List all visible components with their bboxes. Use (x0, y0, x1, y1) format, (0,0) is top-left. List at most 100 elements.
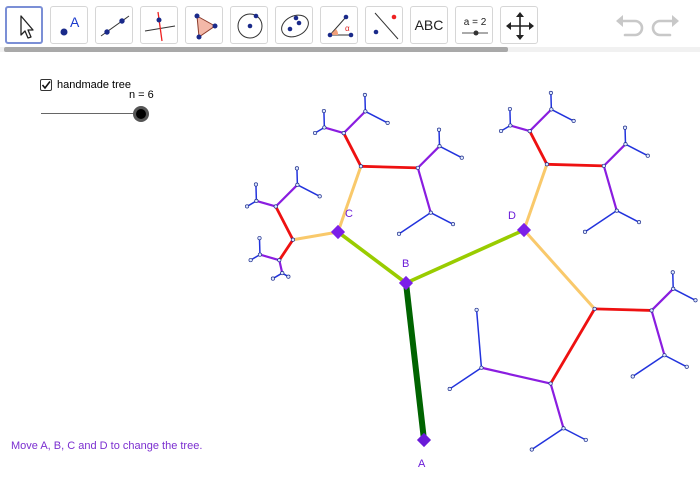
point-tool-button[interactable]: A (50, 6, 88, 44)
tree-branch (602, 143, 627, 167)
polygon-tool-button[interactable] (185, 6, 223, 44)
tree-branch (291, 230, 340, 242)
tree-branch (429, 211, 454, 225)
tree-branch (650, 309, 666, 357)
tree-branch (615, 209, 640, 223)
tree-node-dot (286, 274, 291, 279)
tree-node-dot (254, 198, 259, 203)
tree-branch (342, 110, 367, 135)
text-tool-button[interactable]: ABC (410, 6, 448, 44)
tree-branch (624, 143, 649, 157)
tree-node-dot (362, 92, 367, 97)
tree-node-dot (317, 194, 322, 199)
tree-node-dot (630, 374, 635, 379)
tree-node-dot (583, 437, 588, 442)
slider-tool-button[interactable]: a = 2 (455, 6, 493, 44)
tree-node-dot (622, 125, 628, 130)
tree-node-dot (277, 258, 282, 263)
tree-node-dot (257, 236, 262, 241)
point-tool-icon: A (60, 14, 80, 36)
tree-node-dot (290, 237, 295, 242)
tree-branch (528, 129, 549, 166)
tree-node-dot (548, 90, 553, 95)
tree-node-dot (428, 210, 433, 215)
circle-tool-icon (237, 13, 263, 39)
tree-branch (274, 205, 295, 242)
redo-icon[interactable] (650, 10, 682, 42)
tree-node-dot (561, 426, 566, 431)
tree-node-dot (257, 252, 262, 257)
line-tool-button[interactable] (95, 6, 133, 44)
slider-n-knob[interactable] (133, 106, 149, 122)
tree-branch (403, 280, 427, 443)
tree-branch (416, 166, 432, 214)
instruction-text: Move A, B, C and D to change the tree. (11, 440, 203, 452)
tree-node-dot (447, 386, 452, 391)
tree-node-dot (571, 118, 576, 123)
ellipse-tool-icon (281, 14, 309, 38)
angle-tool-icon: α (327, 14, 354, 38)
svg-text:α: α (345, 24, 350, 33)
handmade-tree-checkbox[interactable] (40, 78, 52, 91)
tree-branch (602, 164, 618, 212)
tree-node-dot (436, 127, 442, 132)
perpendicular-line-tool-button[interactable] (140, 6, 178, 44)
fractal-tree (245, 90, 698, 452)
handmade-tree-checkbox-row[interactable]: handmade tree (40, 77, 131, 92)
tree-node-dot (312, 130, 318, 136)
handmade-tree-label: handmade tree (57, 78, 131, 91)
tree-branch (522, 162, 549, 232)
tree-node-dot (684, 364, 689, 369)
tree-branch (650, 287, 675, 312)
tree-branch (531, 427, 565, 451)
tree-branch (475, 309, 483, 369)
tree-branch (672, 288, 697, 302)
tree-branch (448, 367, 483, 390)
tree-branch (364, 110, 389, 124)
tree-branch (323, 126, 345, 135)
point-a-handle[interactable] (416, 432, 432, 448)
tree-node-dot (527, 129, 532, 134)
text-tool-icon: ABC (414, 17, 444, 33)
tree-branch (584, 209, 618, 233)
angle-tool-button[interactable]: α (320, 6, 358, 44)
tree-node-dot (507, 106, 512, 112)
point-a-label: A (418, 458, 426, 470)
tree-node-dot (245, 204, 250, 209)
tree-node-dot (662, 353, 667, 358)
tree-branch (593, 307, 653, 312)
move-tool-icon (20, 15, 34, 39)
tree-node-dot (670, 270, 675, 275)
tree-branch (258, 253, 281, 262)
slider-n-label: n = 6 (129, 89, 154, 101)
undo-icon[interactable] (613, 10, 645, 42)
tree-node-dot (270, 276, 275, 281)
tree-node-dot (671, 286, 676, 291)
reflect-tool-button[interactable] (365, 6, 403, 44)
slider-n-track[interactable] (41, 113, 141, 114)
tree-node-dot (459, 155, 464, 160)
tree-node-dot (649, 308, 654, 313)
tree-node-dot (385, 120, 390, 125)
toolbar-scrollbar-thumb[interactable] (4, 47, 508, 52)
tree-node-dot (450, 222, 456, 227)
tree-node-dot (437, 144, 442, 149)
tree-node-dot (273, 204, 278, 209)
tree-branch (277, 238, 295, 262)
tree-node-dot (645, 153, 650, 158)
tree-node-dot (253, 182, 258, 187)
tree-node-dot (582, 229, 588, 234)
point-d-label: D (508, 210, 516, 222)
tree-branch (562, 427, 587, 441)
move-graphics-view-tool-icon (506, 12, 534, 40)
graphics-view[interactable]: A B C D (0, 53, 700, 500)
ellipse-tool-button[interactable] (275, 6, 313, 44)
tree-node-dot (601, 163, 606, 168)
svg-text:a = 2: a = 2 (464, 17, 487, 28)
tree-node-dot (358, 164, 363, 169)
circle-tool-button[interactable] (230, 6, 268, 44)
move-tool-button[interactable] (5, 6, 43, 44)
move-graphics-view-tool-button[interactable] (500, 6, 538, 44)
tree-branch (549, 307, 597, 385)
tree-node-dot (498, 128, 504, 134)
